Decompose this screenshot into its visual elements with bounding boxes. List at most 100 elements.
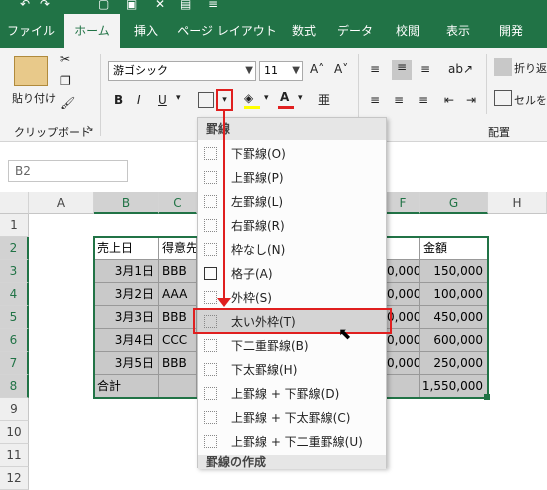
merge-cells-icon[interactable] <box>494 90 512 106</box>
menu-item-label: 下二重罫線(B) <box>231 339 309 353</box>
column-header-a[interactable]: A <box>29 192 94 214</box>
row-header-1[interactable]: 1 <box>0 214 29 237</box>
align-bottom-icon[interactable]: ≡ <box>420 62 430 76</box>
fill-handle[interactable] <box>484 394 490 400</box>
menu-item-left-border[interactable]: 左罫線(L) <box>198 190 386 214</box>
merge-cells-label[interactable]: セルを結 <box>514 92 547 108</box>
clipboard-group-label: クリップボード <box>14 126 91 139</box>
clipboard-launcher-icon[interactable]: ↘ <box>86 124 94 134</box>
fill-color-icon[interactable]: ◈ <box>244 91 253 105</box>
menu-item-bottom-border[interactable]: 下罫線(O) <box>198 142 386 166</box>
align-center-icon[interactable]: ≡ <box>394 93 404 107</box>
menu-item-top-and-bottom-border[interactable]: 上罫線 + 下罫線(D) <box>198 382 386 406</box>
tab-developer[interactable]: 開発 <box>488 14 534 48</box>
menu-item-top-and-thick-bottom-border[interactable]: 上罫線 + 下太罫線(C) <box>198 406 386 430</box>
border-dropdown-button[interactable]: ▾ <box>216 89 233 111</box>
phonetic-icon[interactable]: 亜 <box>318 91 330 108</box>
menu-item-thick-bottom-border[interactable]: 下太罫線(H) <box>198 358 386 382</box>
customize-icon[interactable]: ≡ <box>208 0 218 11</box>
orientation-icon[interactable]: ab↗ <box>448 62 473 76</box>
format-painter-icon[interactable]: 🖌 <box>60 96 75 110</box>
font-name-combo[interactable]: 游ゴシック ▼ <box>108 61 256 81</box>
copy-icon[interactable]: ❐ <box>60 74 71 88</box>
font-color-dropdown-icon[interactable]: ▾ <box>298 93 303 103</box>
menu-item-top-border[interactable]: 上罫線(P) <box>198 166 386 190</box>
tab-view[interactable]: 表示 <box>436 14 480 48</box>
all-borders-icon <box>204 267 217 280</box>
bold-button[interactable]: B <box>114 93 123 107</box>
save-icon[interactable]: ▣ <box>126 0 137 11</box>
underline-button[interactable]: U <box>158 93 167 107</box>
menu-item-all-borders[interactable]: 格子(A) <box>198 262 386 286</box>
title-bar: ↶ ↷ ▢ ▣ ✕ ▤ ≡ <box>0 0 547 14</box>
row-header-4[interactable]: 4 <box>0 283 29 306</box>
redo-icon[interactable]: ↷ <box>40 0 50 11</box>
mouse-cursor-icon: ⬉ <box>338 324 352 343</box>
row-header-9[interactable]: 9 <box>0 398 29 421</box>
row-header-10[interactable]: 10 <box>0 421 29 444</box>
tab-formulas[interactable]: 数式 <box>284 14 324 48</box>
menu-item-right-border[interactable]: 右罫線(R) <box>198 214 386 238</box>
column-header-b[interactable]: B <box>94 192 159 214</box>
menu-item-no-border[interactable]: 枠なし(N) <box>198 238 386 262</box>
column-header-c[interactable]: C <box>159 192 197 214</box>
row-header-5[interactable]: 5 <box>0 306 29 329</box>
top-double-bottom-border-icon <box>204 435 217 448</box>
decrease-indent-icon[interactable]: ⇤ <box>444 93 454 107</box>
align-right-icon[interactable]: ≡ <box>418 93 428 107</box>
tab-file[interactable]: ファイル <box>6 14 56 48</box>
annotation-highlight-box <box>193 308 392 334</box>
column-header-h[interactable]: H <box>488 192 547 214</box>
paste-icon[interactable] <box>14 56 48 86</box>
font-size-combo[interactable]: 11 ▼ <box>259 61 303 81</box>
top-border-icon <box>204 171 217 184</box>
menu-item-label: 上罫線 + 下罫線(D) <box>231 387 340 401</box>
alignment-group-label: 配置 <box>488 126 510 139</box>
ribbon-tabs: ファイル ホーム 挿入 ページ レイアウト 数式 データ 校閲 表示 開発 <box>0 14 547 48</box>
align-left-icon[interactable]: ≡ <box>370 93 380 107</box>
undo-icon[interactable]: ↶ <box>20 0 30 11</box>
menu-item-bottom-double-border[interactable]: 下二重罫線(B) <box>198 334 386 358</box>
tab-data[interactable]: データ <box>330 14 380 48</box>
print-preview-icon[interactable]: ▢ <box>98 0 109 11</box>
decrease-font-icon[interactable]: A˅ <box>334 62 348 76</box>
cut-icon[interactable]: ✂ <box>60 52 70 66</box>
select-all-corner[interactable] <box>0 192 29 214</box>
column-header-g[interactable]: G <box>420 192 488 214</box>
menu-item-top-and-double-bottom-border[interactable]: 上罫線 + 下二重罫線(U) <box>198 430 386 454</box>
row-header-3[interactable]: 3 <box>0 260 29 283</box>
tab-page-layout[interactable]: ページ レイアウト <box>172 14 282 48</box>
row-header-6[interactable]: 6 <box>0 329 29 352</box>
fill-color-dropdown-icon[interactable]: ▾ <box>264 93 269 103</box>
column-header-f[interactable]: F <box>387 192 420 214</box>
increase-indent-icon[interactable]: ⇥ <box>466 93 476 107</box>
paste-label[interactable]: 貼り付け <box>12 90 56 106</box>
font-color-icon[interactable]: A <box>280 90 289 104</box>
open-icon[interactable]: ✕ <box>155 0 165 11</box>
tab-insert[interactable]: 挿入 <box>124 14 168 48</box>
bottom-border-icon <box>204 147 217 160</box>
tab-home[interactable]: ホーム <box>64 14 120 48</box>
font-name-value: 游ゴシック <box>113 64 168 77</box>
outside-borders-icon <box>204 291 217 304</box>
row-header-12[interactable]: 12 <box>0 467 29 490</box>
wrap-text-icon[interactable] <box>494 58 512 76</box>
annotation-arrow-line <box>223 111 225 301</box>
email-icon[interactable]: ▤ <box>180 0 191 11</box>
wrap-text-label[interactable]: 折り返 <box>514 60 547 76</box>
row-header-2[interactable]: 2 <box>0 237 29 260</box>
menu-section-footer: 罫線の作成 <box>198 455 386 469</box>
group-separator <box>100 54 101 136</box>
increase-font-icon[interactable]: A˄ <box>310 62 324 76</box>
row-header-7[interactable]: 7 <box>0 352 29 375</box>
tab-review[interactable]: 校閲 <box>386 14 430 48</box>
border-icon[interactable] <box>198 92 214 108</box>
name-box[interactable]: B2 <box>8 160 128 182</box>
underline-dropdown-icon[interactable]: ▾ <box>176 93 181 103</box>
align-middle-icon[interactable]: ≡ <box>392 60 412 80</box>
bottom-double-border-icon <box>204 339 217 352</box>
align-top-icon[interactable]: ≡ <box>370 62 380 76</box>
row-header-8[interactable]: 8 <box>0 375 29 398</box>
row-header-11[interactable]: 11 <box>0 444 29 467</box>
italic-button[interactable]: I <box>137 93 141 107</box>
